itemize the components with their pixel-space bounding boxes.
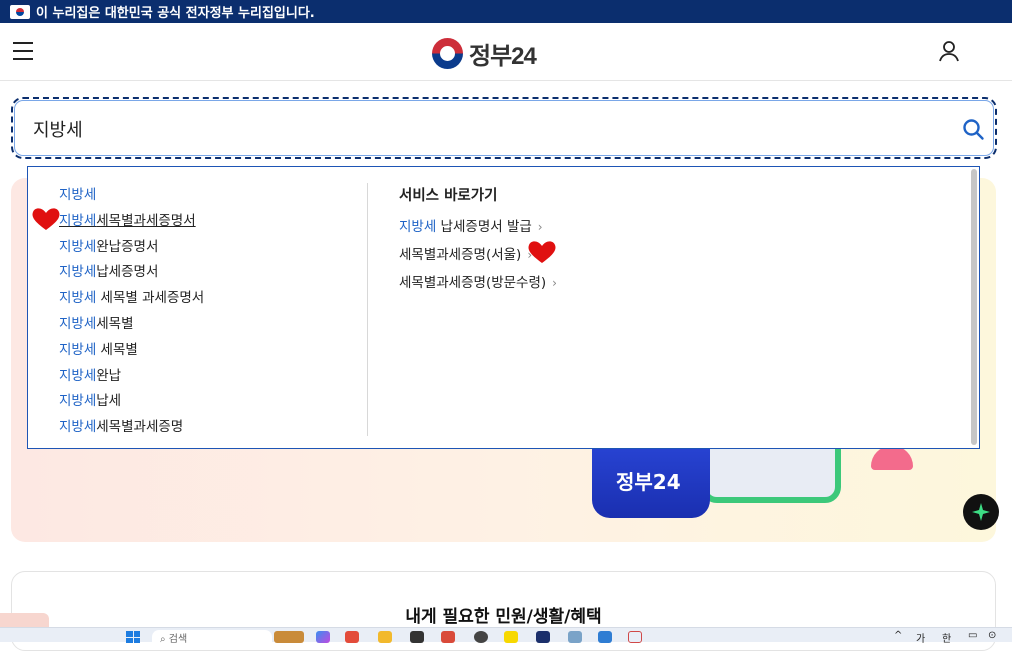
snipping-tool-icon[interactable] (628, 631, 642, 643)
app-icon[interactable] (536, 631, 550, 643)
suggestion-text: 세목별 (96, 315, 134, 332)
quick-link-highlight: 지방세 (399, 219, 437, 235)
suggestion-item[interactable]: 지방세납세 (59, 389, 204, 415)
site-logo[interactable]: 정부24 (432, 36, 537, 71)
banner-app-text: 정부24 (616, 470, 681, 494)
suggestion-item[interactable]: 지방세세목별 (59, 312, 204, 338)
side-floating-tab[interactable] (0, 613, 49, 627)
suggestion-text: 납세 (96, 393, 122, 410)
gov-emblem-icon (432, 38, 463, 69)
suggestion-item[interactable]: 지방세 세목별 과세증명서 (59, 286, 204, 312)
chrome-icon[interactable] (345, 631, 359, 643)
heart-mark-icon (528, 241, 556, 263)
suggestion-text: 납세증명서 (96, 264, 159, 281)
taskbar-search-placeholder: 검색 (168, 634, 188, 645)
chrome-profile-icon[interactable] (441, 631, 455, 643)
quick-link-item[interactable]: 세목별과세증명(방문수령) › (399, 271, 557, 299)
suggestion-highlight: 지방세 (59, 290, 97, 307)
suggestion-item[interactable]: 지방세 (59, 183, 204, 209)
ime-mode[interactable]: 한 (942, 630, 951, 645)
suggestion-item[interactable]: 지방세완납 (59, 364, 204, 390)
user-icon[interactable] (937, 39, 961, 63)
display-icon[interactable]: ▭ (968, 630, 977, 641)
os-taskbar: ⌕ 검색 ^ 가 한 ▭ ⊙ (0, 627, 1012, 645)
quick-link-item[interactable]: 지방세 납세증명서 발급 › (399, 215, 557, 243)
search-input[interactable] (33, 115, 933, 143)
suggestion-item[interactable]: 지방세 세목별 (59, 338, 204, 364)
copilot-icon[interactable] (316, 631, 330, 643)
bell-illustration-icon (871, 446, 913, 470)
suggestion-highlight: 지방세 (59, 212, 97, 229)
ai-assistant-button[interactable] (963, 494, 999, 530)
search-autocomplete-dropdown: 지방세 지방세세목별과세증명서 지방세완납증명서 지방세납세증명서 지방세 세목… (27, 166, 980, 449)
korea-flag-icon (10, 4, 30, 19)
app-icon[interactable] (568, 631, 582, 643)
suggestion-text: 완납증명서 (96, 238, 159, 255)
suggestion-item[interactable]: 지방세세목별과세증명서 (59, 209, 204, 235)
hamburger-menu-icon[interactable] (13, 42, 33, 60)
suggestion-text: 세목별과세증명서 (96, 212, 196, 229)
chevron-right-icon: › (537, 220, 543, 234)
suggestion-highlight: 지방세 (59, 264, 97, 281)
search-icon[interactable] (961, 117, 985, 141)
suggestion-item[interactable]: 지방세세목별과세증명 (59, 415, 204, 441)
suggestion-highlight: 지방세 (59, 419, 97, 436)
suggestion-highlight: 지방세 (59, 238, 97, 255)
quick-links-title: 서비스 바로가기 (399, 188, 498, 204)
suggestion-item[interactable]: 지방세납세증명서 (59, 260, 204, 286)
quick-link-text: 납세증명서 발급 (436, 219, 532, 235)
terminal-icon[interactable] (410, 631, 424, 643)
ime-language[interactable]: 가 (916, 630, 925, 645)
taskbar-widget-icon[interactable] (274, 631, 304, 643)
tray-chevron-up-icon[interactable]: ^ (894, 630, 902, 641)
suggestion-highlight: 지방세 (59, 367, 97, 384)
quick-link-text: 세목별과세증명(서울) (399, 247, 522, 263)
dropdown-divider (367, 183, 368, 436)
suggestion-list: 지방세 지방세세목별과세증명서 지방세완납증명서 지방세납세증명서 지방세 세목… (59, 183, 204, 441)
hangul-icon[interactable] (598, 631, 612, 643)
site-header: 정부24 (0, 23, 1012, 81)
suggestion-text: 세목별과세증명 (96, 419, 184, 436)
ai-sparkle-icon (972, 503, 990, 521)
chevron-right-icon: › (552, 276, 557, 290)
suggestion-item[interactable]: 지방세완납증명서 (59, 235, 204, 261)
section-title: 내게 필요한 민원/생활/혜택 (405, 607, 602, 627)
app-icon[interactable] (474, 631, 488, 643)
kakaotalk-icon[interactable] (504, 631, 518, 643)
suggestion-highlight: 지방세 (59, 315, 97, 332)
suggestion-highlight: 지방세 (59, 341, 97, 358)
suggestion-text: 세목별 (96, 341, 138, 358)
gov-banner-text: 이 누리집은 대한민국 공식 전자정부 누리집입니다. (36, 6, 315, 21)
suggestion-highlight: 지방세 (59, 393, 97, 410)
windows-start-icon[interactable] (126, 631, 140, 643)
suggestion-text: 완납 (96, 367, 122, 384)
gov-official-banner[interactable]: 이 누리집은 대한민국 공식 전자정부 누리집입니다. (0, 0, 1012, 23)
quick-link-text: 세목별과세증명(방문수령) (399, 275, 547, 291)
logo-text: 정부24 (469, 43, 537, 70)
suggestion-highlight: 지방세 (59, 187, 97, 203)
heart-mark-icon (32, 208, 60, 230)
search-box (11, 97, 997, 159)
file-explorer-icon[interactable] (378, 631, 392, 643)
suggestion-text: 세목별 과세증명서 (96, 290, 205, 307)
network-icon[interactable]: ⊙ (988, 630, 996, 641)
dropdown-scrollbar[interactable] (971, 169, 977, 445)
